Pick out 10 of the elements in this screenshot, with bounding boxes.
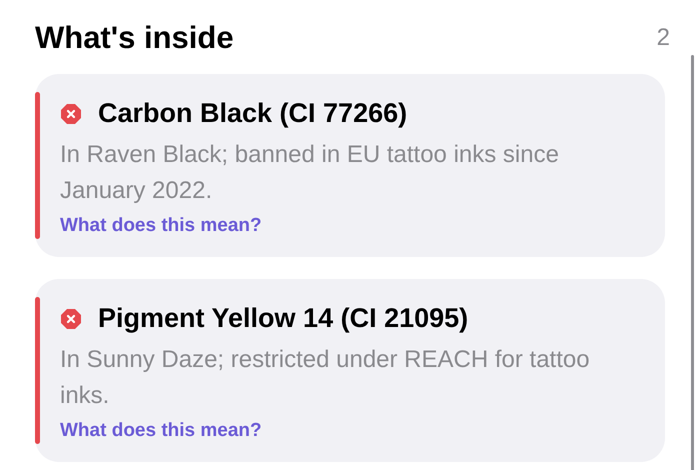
ingredient-name: Carbon Black (CI 77266) [98, 98, 408, 129]
item-count: 2 [656, 24, 670, 52]
ingredient-description: In Sunny Daze; restricted under REACH for tattoo inks. [60, 345, 591, 411]
ingredient-name: Pigment Yellow 14 (CI 21095) [98, 303, 468, 334]
ingredient-description: In Raven Black; banned in EU tattoo inks since January 2022. [60, 140, 560, 206]
info-link[interactable]: What does this mean? [60, 420, 262, 442]
section-title: What's inside [35, 20, 234, 56]
error-icon [60, 102, 82, 124]
error-icon [60, 308, 82, 330]
info-link[interactable]: What does this mean? [60, 215, 262, 237]
